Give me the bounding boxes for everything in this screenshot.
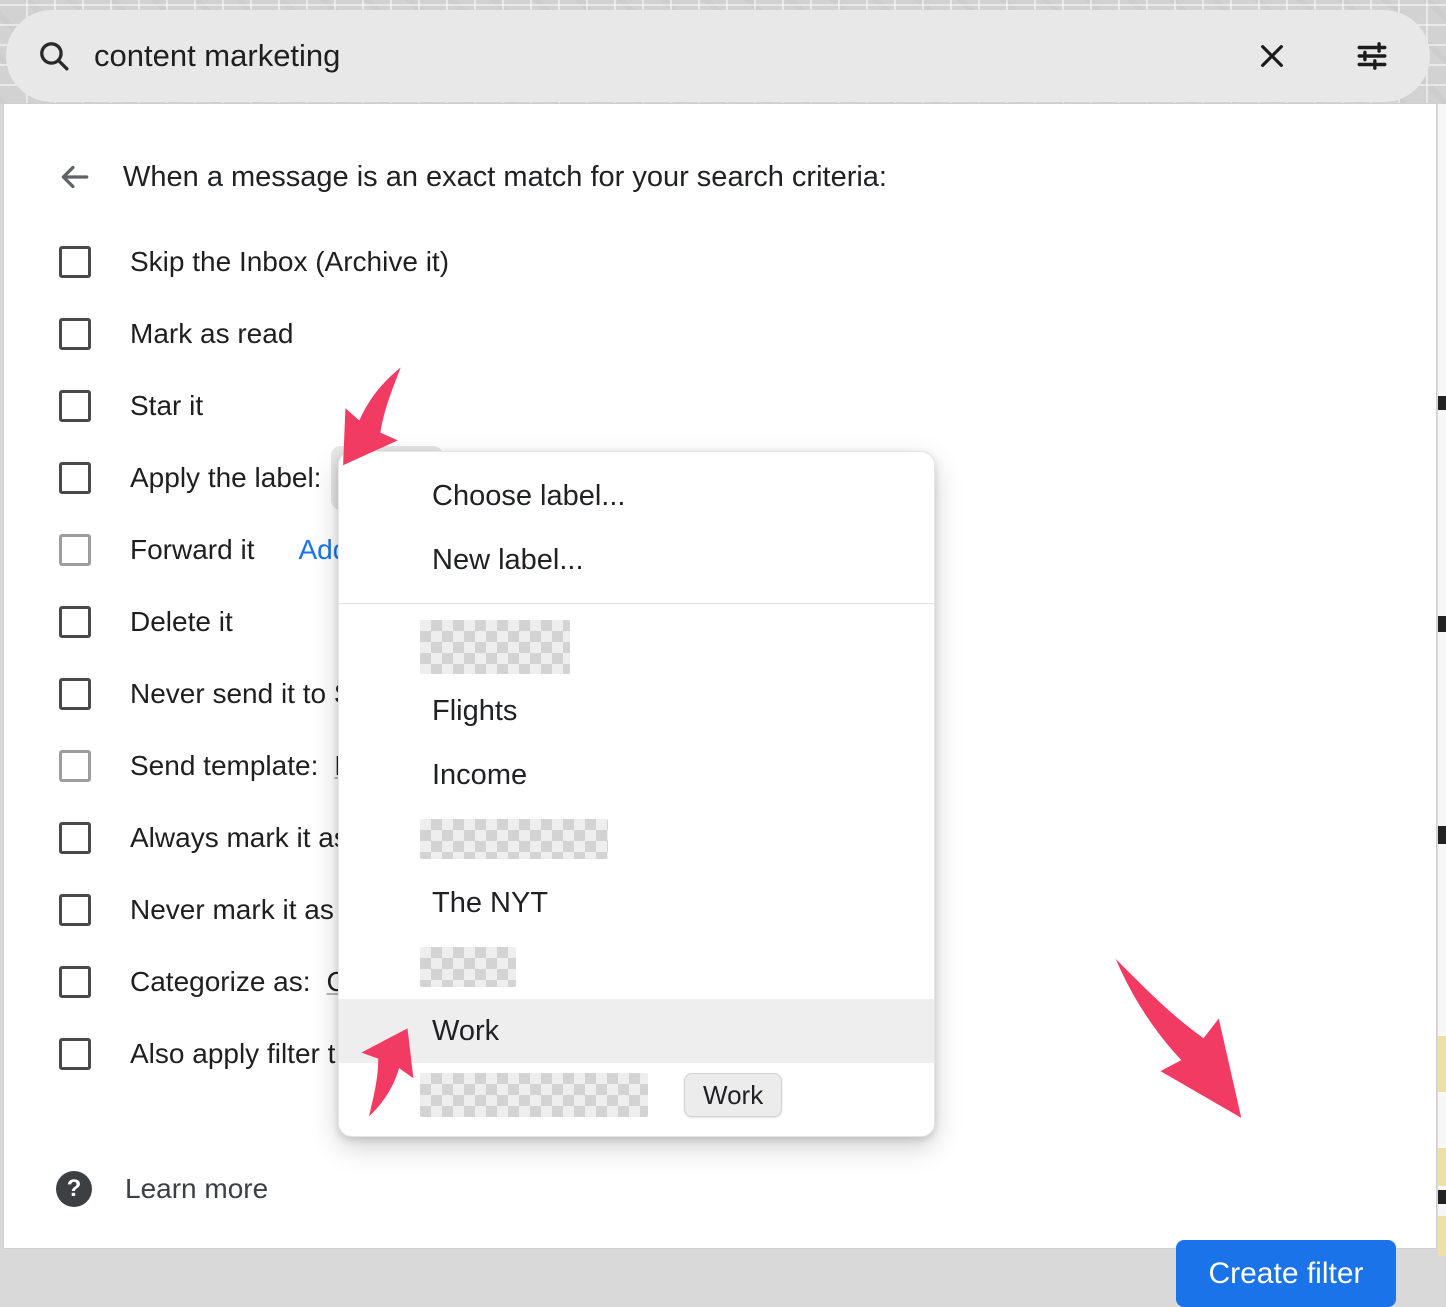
row-star-it: Star it <box>4 370 1436 442</box>
close-icon <box>1256 40 1288 72</box>
learn-more-link[interactable]: Learn more <box>125 1173 268 1205</box>
checkbox-categorize-as[interactable] <box>59 966 91 998</box>
checkbox-forward-it[interactable] <box>59 534 91 566</box>
row-label: Skip the Inbox (Archive it) <box>130 246 449 278</box>
row-label: Forward it <box>130 534 254 566</box>
background-page-sliver <box>1438 104 1446 1256</box>
menu-item-income[interactable]: Income <box>339 743 934 807</box>
page-title: When a message is an exact match for you… <box>123 161 887 194</box>
checkbox-always-important[interactable] <box>59 822 91 854</box>
redacted-label <box>420 819 608 859</box>
menu-divider <box>339 603 934 604</box>
clear-search-button[interactable] <box>1244 28 1300 84</box>
menu-item-redacted-3[interactable] <box>339 935 934 999</box>
arrow-left-icon <box>57 160 91 194</box>
menu-item-redacted-1[interactable] <box>339 615 934 679</box>
row-label: Always mark it as <box>130 822 348 854</box>
menu-item-the-nyt[interactable]: The NYT <box>339 871 934 935</box>
checkbox-never-important[interactable] <box>59 894 91 926</box>
redacted-label <box>420 1073 648 1117</box>
checkbox-also-apply[interactable] <box>59 1038 91 1070</box>
label-dropdown-menu: Choose label... New label... Flights Inc… <box>338 451 935 1137</box>
checkbox-skip-inbox[interactable] <box>59 246 91 278</box>
checkbox-mark-as-read[interactable] <box>59 318 91 350</box>
tune-icon <box>1355 39 1389 73</box>
help-icon[interactable]: ? <box>56 1171 92 1207</box>
row-label: Send template: <box>130 750 318 782</box>
row-label: Apply the label: <box>130 462 321 494</box>
checkbox-delete-it[interactable] <box>59 606 91 638</box>
menu-item-flights[interactable]: Flights <box>339 679 934 743</box>
row-label: Categorize as: <box>130 966 311 998</box>
search-icon <box>36 38 72 74</box>
search-bar[interactable]: content marketing <box>6 10 1430 102</box>
menu-item-new-label[interactable]: New label... <box>339 528 934 592</box>
checkbox-apply-label[interactable] <box>59 462 91 494</box>
redacted-label <box>420 620 570 674</box>
menu-item-choose-label[interactable]: Choose label... <box>339 464 934 528</box>
row-label: Never mark it as i <box>130 894 348 926</box>
checkbox-never-spam[interactable] <box>59 678 91 710</box>
search-header-background: content marketing <box>0 0 1446 104</box>
menu-item-redacted-2[interactable] <box>339 807 934 871</box>
row-skip-inbox: Skip the Inbox (Archive it) <box>4 226 1436 298</box>
menu-item-work[interactable]: Work <box>339 999 934 1063</box>
row-label: Never send it to S <box>130 678 353 710</box>
create-filter-button[interactable]: Create filter <box>1176 1240 1396 1307</box>
row-label: Star it <box>130 390 203 422</box>
row-label: Mark as read <box>130 318 293 350</box>
search-options-button[interactable] <box>1344 28 1400 84</box>
redacted-label <box>420 947 516 987</box>
checkbox-star-it[interactable] <box>59 390 91 422</box>
row-label: Also apply filter t <box>130 1038 335 1070</box>
work-tooltip-badge: Work <box>684 1073 782 1117</box>
row-label: Delete it <box>130 606 233 638</box>
back-button[interactable] <box>56 159 92 195</box>
search-input[interactable]: content marketing <box>94 38 1244 74</box>
checkbox-send-template[interactable] <box>59 750 91 782</box>
row-mark-as-read: Mark as read <box>4 298 1436 370</box>
menu-item-redacted-4[interactable]: Work <box>339 1063 934 1127</box>
